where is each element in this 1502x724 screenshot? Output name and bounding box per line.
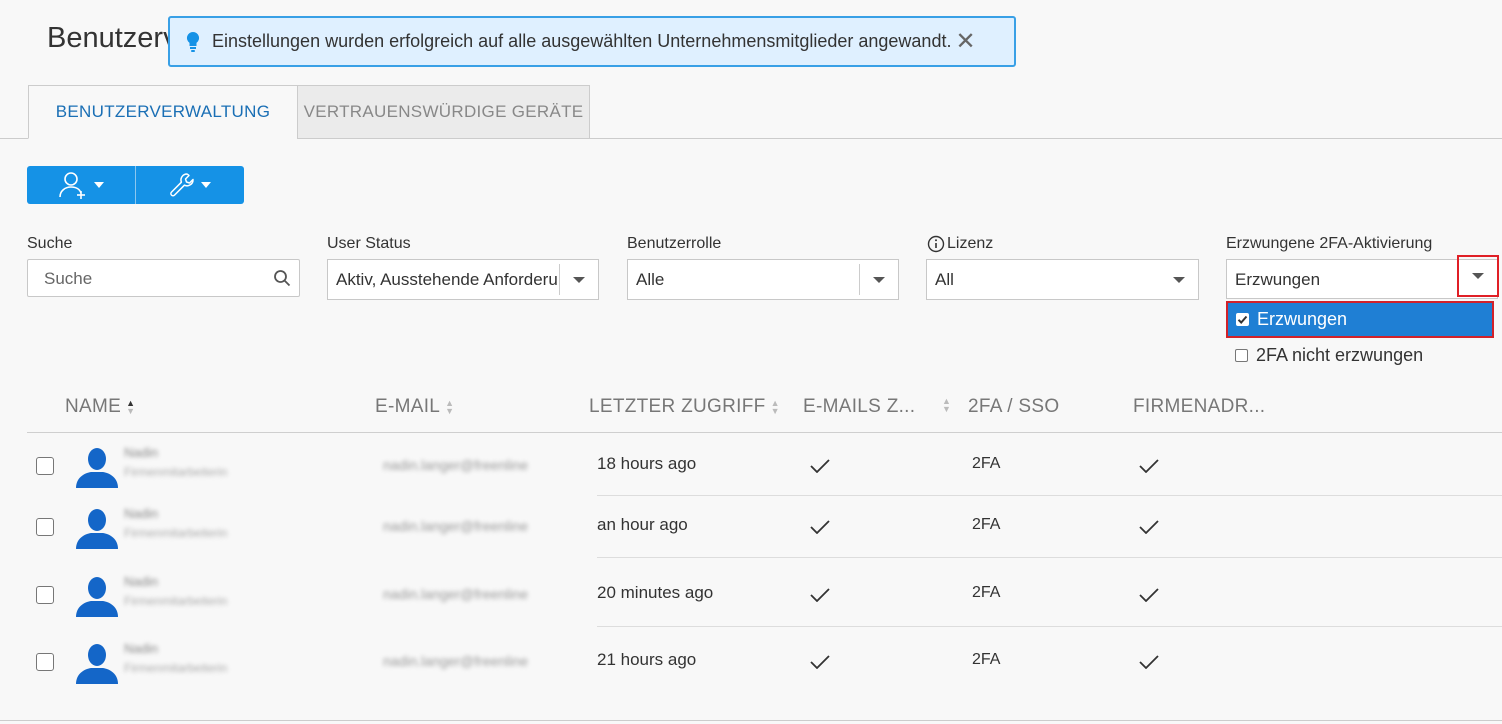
avatar-icon [76,577,118,617]
option-label: 2FA nicht erzwungen [1256,345,1424,365]
role-label: Benutzerrolle [627,235,722,252]
user-name: Nadin [124,506,158,521]
user-name: Nadin [124,445,158,460]
row-checkbox[interactable] [36,586,54,604]
check-icon [1237,315,1248,324]
add-user-icon [59,172,85,199]
add-user-button[interactable] [27,166,135,204]
close-icon[interactable]: ✕ [955,29,975,54]
tab-user-management[interactable]: BENUTZERVERWALTUNG [28,85,298,139]
user-name: Nadin [124,574,158,589]
checkbox-unchecked[interactable] [1235,349,1248,362]
user-subtitle: Firmenmitarbeiterin [124,526,228,540]
twofa-status: 2FA [972,651,1001,668]
check-icon [810,520,830,534]
chevron-down-icon [201,182,211,188]
row-checkbox[interactable] [36,518,54,536]
avatar-icon [76,509,118,549]
chevron-down-icon [1173,277,1185,283]
avatar-icon [76,448,118,488]
user-subtitle: Firmenmitarbeiterin [124,661,228,675]
notification-message: Einstellungen wurden erfolgreich auf all… [212,31,952,51]
user-email: nadin.langer@freenline [383,518,528,534]
check-icon [810,588,830,602]
option-label: Erzwungen [1257,309,1348,329]
user-email: nadin.langer@freenline [383,457,528,473]
twofa-status: 2FA [972,584,1001,601]
lightbulb-icon [186,31,200,52]
twofa-option-not-enforced[interactable]: 2FA nicht erzwungen [1235,345,1423,366]
info-icon[interactable] [927,235,945,253]
tab-trusted-devices[interactable]: VERTRAUENSWÜRDIGE GERÄTE [297,85,590,139]
twofa-status: 2FA [972,516,1001,533]
user-name: Nadin [124,641,158,656]
search-label: Suche [27,235,73,252]
chevron-down-icon [94,182,104,188]
license-value: All [935,270,954,289]
column-header-email[interactable]: E-MAIL ▲ ▼ [375,396,454,418]
user-subtitle: Firmenmitarbeiterin [124,594,228,608]
twofa-label: Erzwungene 2FA-Aktivierung [1226,235,1433,252]
search-input[interactable]: Suche [27,259,300,297]
row-checkbox[interactable] [36,653,54,671]
check-icon [1139,588,1159,602]
column-header-last-access[interactable]: LETZTER ZUGRIFF ▲ ▼ [589,396,780,418]
check-icon [1139,655,1159,669]
column-header-name[interactable]: NAME ▲ ▼ [65,396,135,418]
sort-asc-icon: ▲ ▼ [126,398,136,416]
last-access: 20 minutes ago [597,583,714,602]
chevron-down-icon [573,277,585,283]
column-header-2fa-sso[interactable]: 2FA / SSO [968,396,1059,418]
sort-icon: ▲ ▼ [770,398,780,416]
row-divider [597,557,1502,558]
toolbar-button-group [27,166,244,204]
table-bottom-border [0,720,1502,721]
wrench-icon [170,173,194,197]
twofa-status: 2FA [972,455,1001,472]
check-icon [1139,459,1159,473]
license-label: Lizenz [947,235,994,252]
search-icon [274,270,291,287]
column-header-emails[interactable]: E-MAILS Z... [803,396,915,418]
twofa-option-enforced[interactable]: Erzwungen [1226,301,1494,338]
chevron-down-icon [1472,273,1484,279]
twofa-dropdown-toggle[interactable] [1457,255,1499,297]
row-divider [597,495,1502,496]
user-subtitle: Firmenmitarbeiterin [124,465,228,479]
user-status-value: Aktiv, Ausstehende Anforderung [336,270,558,289]
check-icon [810,655,830,669]
search-placeholder: Suche [44,269,93,288]
sort-icon: ▲ ▼ [445,398,455,416]
check-icon [1139,520,1159,534]
last-access: an hour ago [597,515,688,534]
role-select[interactable]: Alle [627,259,899,300]
license-label-wrap: Lizenz [927,235,993,253]
user-email: nadin.langer@freenline [383,653,528,669]
table-header-divider [27,432,1502,433]
row-checkbox[interactable] [36,457,54,475]
success-notification: Einstellungen wurden erfolgreich auf all… [168,16,1016,67]
user-status-select[interactable]: Aktiv, Ausstehende Anforderung [327,259,599,300]
twofa-value: Erzwungen [1235,270,1321,289]
avatar-icon [76,644,118,684]
row-divider [597,626,1502,627]
user-status-label: User Status [327,235,411,252]
license-select[interactable]: All [926,259,1199,300]
last-access: 21 hours ago [597,650,697,669]
column-header-company-address[interactable]: FIRMENADR... [1133,396,1265,418]
checkbox-checked[interactable] [1236,313,1249,326]
last-access: 18 hours ago [597,454,697,473]
check-icon [810,459,830,473]
tools-button[interactable] [136,166,244,204]
sort-icon[interactable]: ▲ ▼ [942,397,951,414]
user-email: nadin.langer@freenline [383,586,528,602]
chevron-down-icon [873,277,885,283]
role-value: Alle [636,270,665,289]
